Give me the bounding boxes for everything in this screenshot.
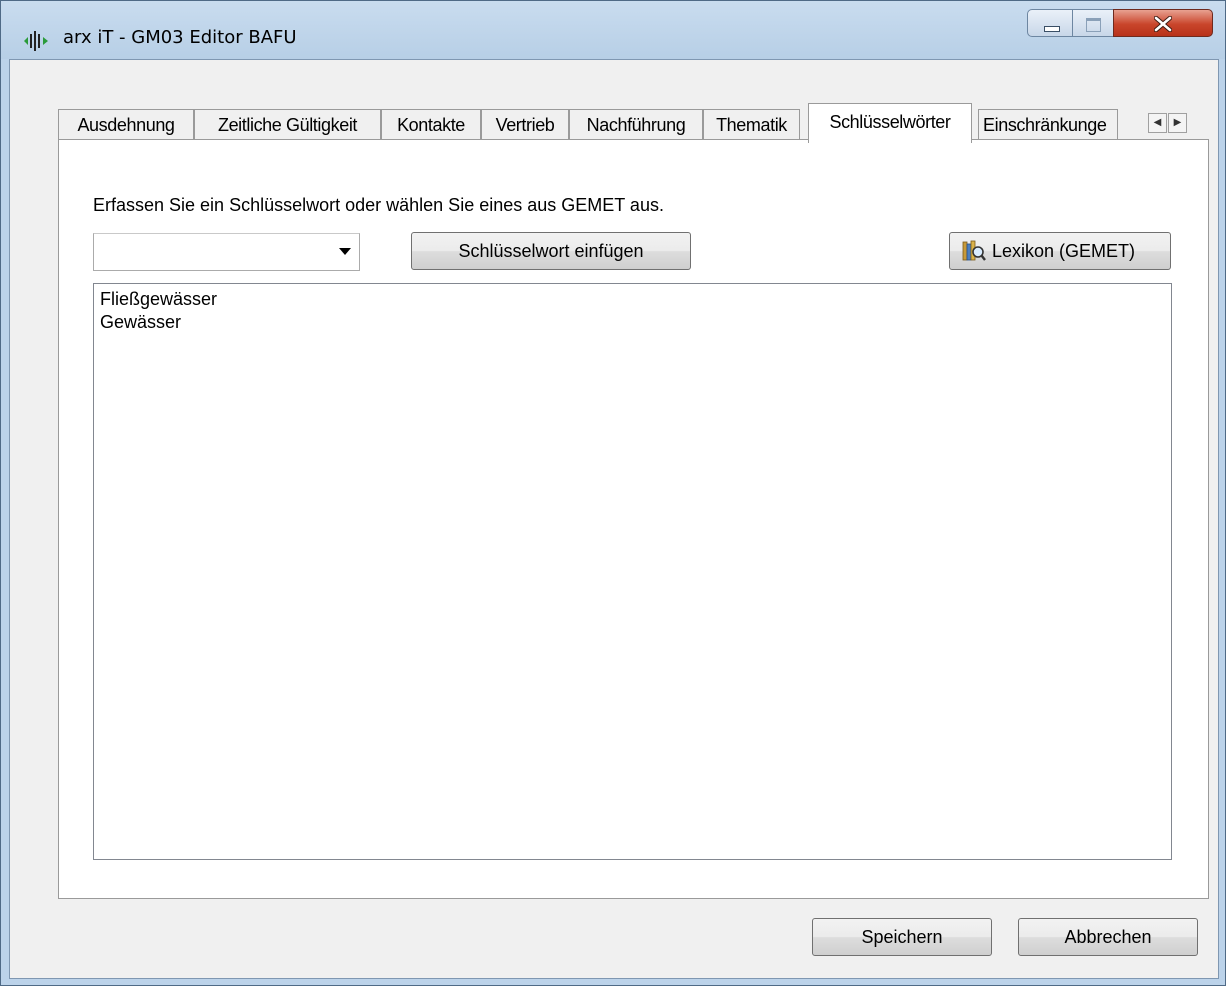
instruction-label: Erfassen Sie ein Schlüsselwort oder wähl… [93,195,664,215]
cancel-button[interactable]: Abbrechen [1018,918,1198,956]
dictionary-search-icon [962,240,986,261]
keyword-list: Fließgewässer Gewässer [94,284,1171,334]
minimize-button[interactable] [1027,9,1073,37]
close-icon [1154,16,1172,32]
list-item[interactable]: Fließgewässer [94,288,1171,311]
tab-kontakte[interactable]: Kontakte [381,109,481,142]
keyword-combobox[interactable] [93,233,360,271]
tab-schluesselwoerter[interactable]: Schlüsselwörter [808,103,972,143]
maximize-icon [1086,18,1101,32]
tab-vertrieb[interactable]: Vertrieb [481,109,569,142]
insert-keyword-button[interactable]: Schlüsselwort einfügen [411,232,691,270]
app-window: arx iT - GM03 Editor BAFU Ausdehnung Zei… [0,0,1226,986]
tab-scroll-right-button[interactable]: ▶ [1168,113,1187,133]
dropdown-arrow-icon[interactable] [339,248,351,255]
triangle-left-icon: ◀ [1153,117,1162,128]
triangle-right-icon: ▶ [1173,117,1182,128]
lexikon-button-label: Lexikon (GEMET) [992,241,1136,261]
list-item[interactable]: Gewässer [94,311,1171,334]
save-button[interactable]: Speichern [812,918,992,956]
tab-scroll-left-button[interactable]: ◀ [1148,113,1167,133]
window-title: arx iT - GM03 Editor BAFU [63,27,297,48]
maximize-button[interactable] [1072,9,1114,37]
keywords-tab-panel: Erfassen Sie ein Schlüsselwort oder wähl… [58,139,1209,899]
tab-thematik[interactable]: Thematik [703,109,800,142]
minimize-icon [1044,26,1060,32]
title-bar[interactable]: arx iT - GM03 Editor BAFU [1,1,1225,59]
tab-nachfuehrung[interactable]: Nachführung [569,109,703,142]
lexikon-gemet-button[interactable]: Lexikon (GEMET) [949,232,1171,270]
keyword-listbox[interactable]: Fließgewässer Gewässer [93,283,1172,860]
tab-einschraenkungen[interactable]: Einschränkunge [978,109,1118,142]
tab-zeitliche-gueltigkeit[interactable]: Zeitliche Gültigkeit [194,109,381,142]
window-controls [1027,9,1215,39]
close-button[interactable] [1113,9,1213,37]
client-area: Ausdehnung Zeitliche Gültigkeit Kontakte… [9,59,1219,979]
audio-waveform-icon [24,31,48,51]
tab-ausdehnung[interactable]: Ausdehnung [58,109,194,142]
